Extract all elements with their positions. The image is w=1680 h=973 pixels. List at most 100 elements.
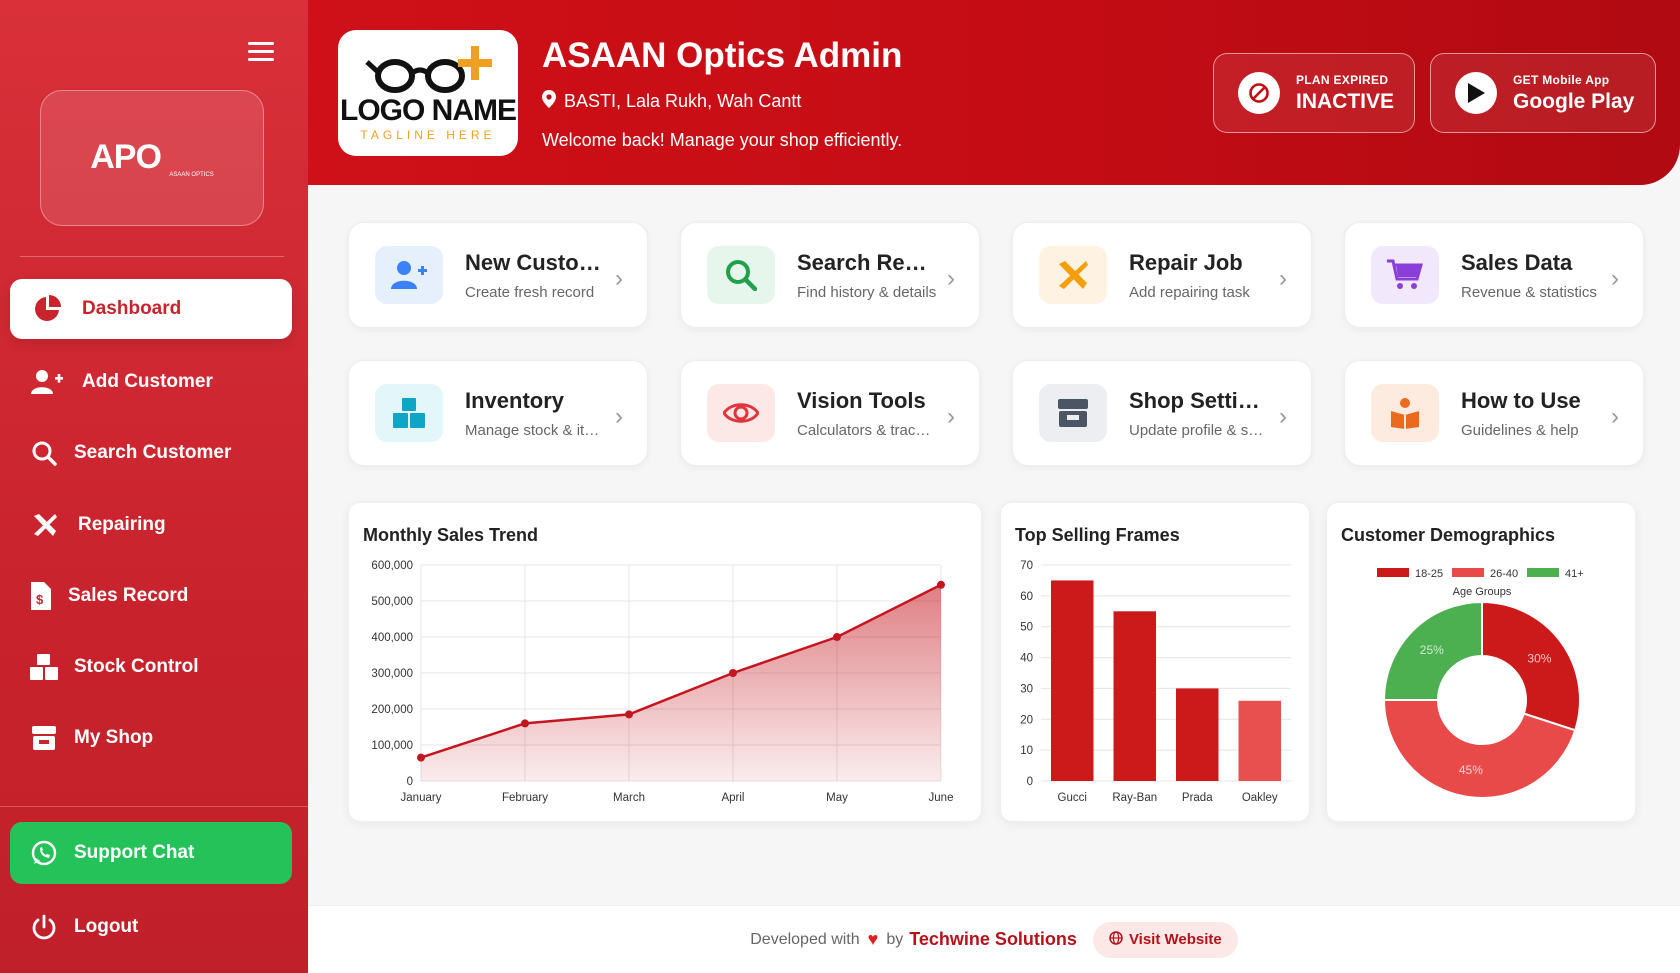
chevron-right-icon: › <box>1279 403 1287 430</box>
y-tick-label: 100,000 <box>371 740 413 752</box>
sidebar-item-label: Stock Control <box>74 656 199 677</box>
globe-icon <box>1109 930 1123 949</box>
sidebar-logo-text: APO <box>90 138 162 177</box>
x-tick-label: Prada <box>1182 792 1213 804</box>
bar <box>1238 700 1281 781</box>
bar <box>1051 580 1094 781</box>
sales-point <box>417 753 425 762</box>
legend-swatch <box>1527 568 1559 577</box>
legend-swatch <box>1377 568 1409 577</box>
card-repair-job[interactable]: Repair Job Add repairing task › <box>1012 222 1312 328</box>
power-icon <box>30 912 58 942</box>
pie-chart-icon <box>30 294 64 324</box>
plan-status-small: PLAN EXPIRED <box>1296 72 1389 87</box>
y-tick-label: 60 <box>1020 591 1033 603</box>
whatsapp-icon <box>30 838 58 868</box>
sales-point <box>625 710 633 719</box>
cart-icon <box>1371 246 1439 304</box>
shop-logo: LOGO NAME TAGLINE HERE <box>338 30 518 156</box>
sidebar-item-add-customer[interactable]: Add Customer <box>10 352 292 412</box>
google-play-icon <box>1455 72 1497 114</box>
card-subtitle: Update profile & settings <box>1129 421 1269 439</box>
google-play-button[interactable]: GET Mobile App Google Play <box>1430 53 1656 133</box>
user-plus-icon <box>30 367 64 397</box>
chevron-right-icon: › <box>947 403 955 430</box>
x-tick-label: Gucci <box>1058 792 1087 804</box>
card-inventory[interactable]: Inventory Manage stock & items › <box>348 360 648 466</box>
demographics-svg: 18-25 26-40 41+ Age Groups 30% 45% 25% <box>1377 568 1584 799</box>
donut-label: 30% <box>1527 651 1551 665</box>
sidebar-item-label: Repairing <box>78 514 166 535</box>
y-tick-label: 50 <box>1020 622 1033 634</box>
card-title: Sales Data <box>1461 249 1573 275</box>
y-tick-label: 30 <box>1020 683 1033 695</box>
y-tick-label: 0 <box>407 776 413 788</box>
sidebar-item-dashboard[interactable]: Dashboard <box>10 279 292 339</box>
shop-logo-name: LOGO NAME <box>340 94 517 127</box>
x-tick-label: March <box>613 792 645 804</box>
card-title: How to Use <box>1461 387 1581 413</box>
shop-logo-tagline: TAGLINE HERE <box>360 128 496 142</box>
card-title: Shop Settings <box>1129 387 1269 413</box>
welcome-text: Welcome back! Manage your shop efficient… <box>542 130 903 150</box>
plan-status-button[interactable]: PLAN EXPIRED INACTIVE <box>1213 53 1415 133</box>
monthly-sales-chart: Monthly Sales Trend 0 100,000 200,000 300,0… <box>348 502 982 822</box>
footer: Developed with ♥ by Techwine Solutions V… <box>308 905 1680 973</box>
sidebar-item-search-customer[interactable]: Search Customer <box>10 423 292 483</box>
card-subtitle: Find history & details <box>797 283 937 301</box>
boxes-icon <box>30 652 58 682</box>
donut-slice <box>1481 600 1581 732</box>
y-tick-label: 200,000 <box>371 704 413 716</box>
donut-label: 25% <box>1420 643 1444 657</box>
sidebar-item-sales-record[interactable]: $ Sales Record <box>10 566 292 626</box>
bar <box>1113 611 1156 781</box>
chevron-right-icon: › <box>1279 265 1287 292</box>
footer-company: Techwine Solutions <box>909 929 1077 949</box>
card-sales-data[interactable]: Sales Data Revenue & statistics › <box>1344 222 1644 328</box>
sidebar-item-label: Sales Record <box>68 585 189 606</box>
y-tick-label: 500,000 <box>371 596 413 608</box>
glasses-logo-icon <box>365 46 492 93</box>
card-title: Vision Tools <box>797 387 926 413</box>
sidebar-item-my-shop[interactable]: My Shop <box>10 708 292 768</box>
store-icon <box>1039 384 1107 442</box>
card-subtitle: Manage stock & items <box>465 421 605 439</box>
chevron-right-icon: › <box>947 265 955 292</box>
sidebar-logo-sub: ASAAN OPTICS <box>169 171 214 178</box>
demographics-chart: Customer Demographics 18-25 26-40 41+ Age G… <box>1326 502 1636 822</box>
card-subtitle: Guidelines & help <box>1461 421 1579 439</box>
search-icon <box>30 438 58 468</box>
menu-toggle-icon[interactable] <box>248 42 274 62</box>
visit-website-button[interactable]: Visit Website <box>1092 921 1238 958</box>
sidebar-item-repairing[interactable]: Repairing <box>10 495 292 555</box>
legend-label: 26-40 <box>1490 568 1518 580</box>
y-tick-label: 10 <box>1020 745 1033 757</box>
sidebar: APO ASAAN OPTICS Dashboard Add Customer … <box>0 0 308 973</box>
y-tick-label: 40 <box>1020 653 1033 665</box>
card-title: Repair Job <box>1129 249 1243 275</box>
boxes-icon <box>375 384 443 442</box>
y-tick-label: 70 <box>1020 560 1033 572</box>
card-vision-tools[interactable]: Vision Tools Calculators & tracking › <box>680 360 980 466</box>
sidebar-item-stock-control[interactable]: Stock Control <box>10 637 292 697</box>
y-tick-label: 600,000 <box>371 560 413 572</box>
support-chat-label: Support Chat <box>74 842 195 863</box>
x-tick-label: April <box>721 792 744 804</box>
x-tick-label: May <box>826 792 848 804</box>
card-how-to-use[interactable]: How to Use Guidelines & help › <box>1344 360 1644 466</box>
search-icon <box>707 246 775 304</box>
support-chat-button[interactable]: Support Chat <box>10 822 292 884</box>
card-shop-settings[interactable]: Shop Settings Update profile & settings … <box>1012 360 1312 466</box>
y-tick-label: 20 <box>1020 714 1033 726</box>
sales-point <box>937 580 945 589</box>
visit-website-label: Visit Website <box>1128 931 1222 948</box>
legend-label: 41+ <box>1565 568 1584 580</box>
card-search-records[interactable]: Search Records Find history & details › <box>680 222 980 328</box>
y-tick-label: 400,000 <box>371 632 413 644</box>
card-subtitle: Create fresh record <box>465 283 595 301</box>
bar <box>1176 688 1219 781</box>
logout-button[interactable]: Logout <box>10 897 292 957</box>
chevron-right-icon: › <box>615 265 623 292</box>
card-subtitle: Calculators & tracking <box>797 421 937 439</box>
card-new-customer[interactable]: New Customer Create fresh record › <box>348 222 648 328</box>
